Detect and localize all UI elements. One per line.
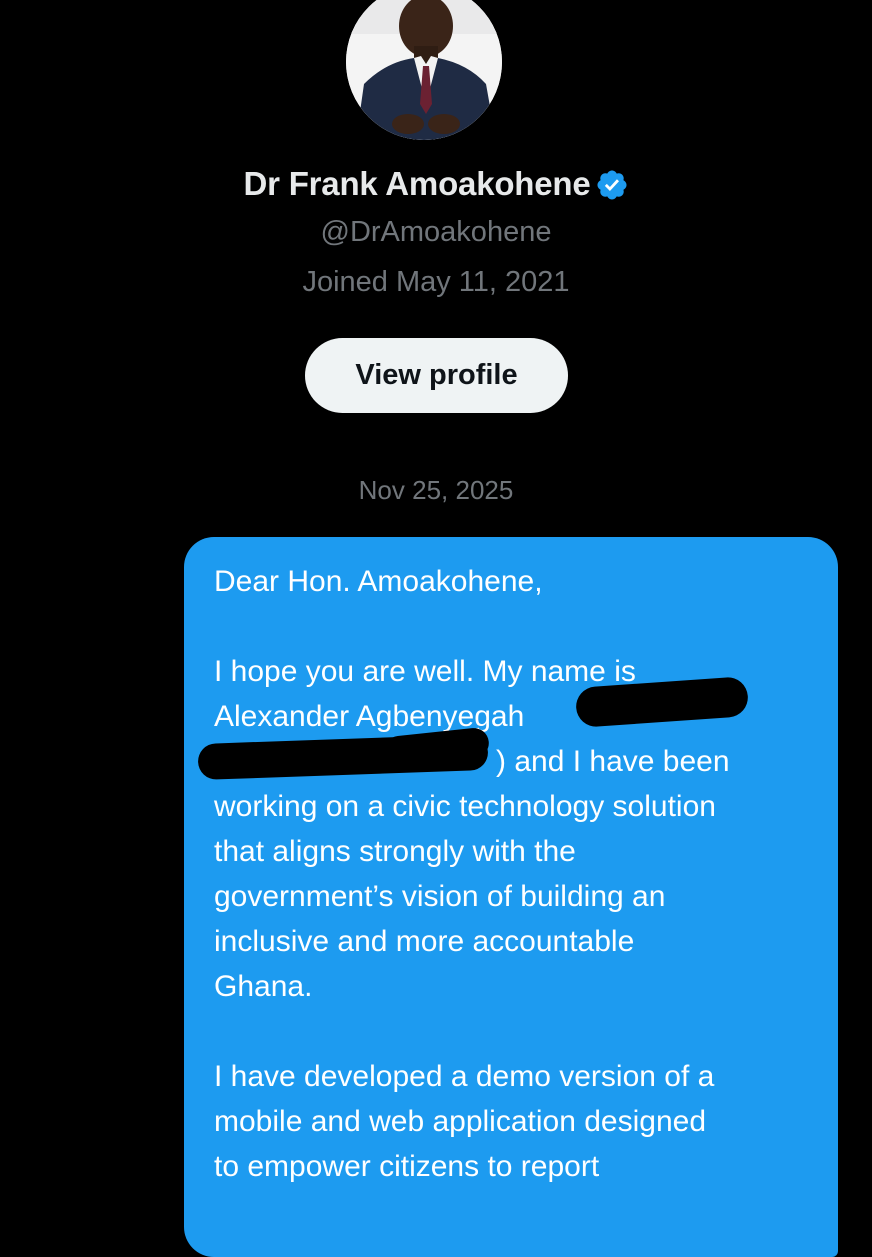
- profile-avatar[interactable]: [346, 0, 502, 140]
- message-line: working on a civic technology solution: [214, 790, 716, 823]
- message-line: government’s vision of building an: [214, 880, 666, 913]
- message-bubble[interactable]: Dear Hon. Amoakohene, I hope you are wel…: [184, 537, 838, 1257]
- profile-handle: @DrAmoakohene: [320, 216, 552, 248]
- message-line: mobile and web application designed: [214, 1105, 707, 1138]
- message-line: Ghana.: [214, 970, 313, 1003]
- verified-badge-icon: [595, 168, 629, 202]
- profile-name-row: Dr Frank Amoakohene: [0, 165, 872, 203]
- conversation-date: Nov 25, 2025: [358, 475, 514, 505]
- profile-joined-date: Joined May 11, 2021: [302, 266, 570, 298]
- message-line: to empower citizens to report: [214, 1150, 600, 1183]
- profile-name: Dr Frank Amoakohene: [243, 165, 591, 202]
- message-line: I have developed a demo version of a: [214, 1060, 715, 1093]
- message-line: Dear Hon. Amoakohene,: [214, 565, 543, 598]
- message-line: inclusive and more accountable: [214, 925, 635, 958]
- view-profile-button[interactable]: View profile: [305, 338, 568, 413]
- message-line: that aligns strongly with the: [214, 835, 576, 868]
